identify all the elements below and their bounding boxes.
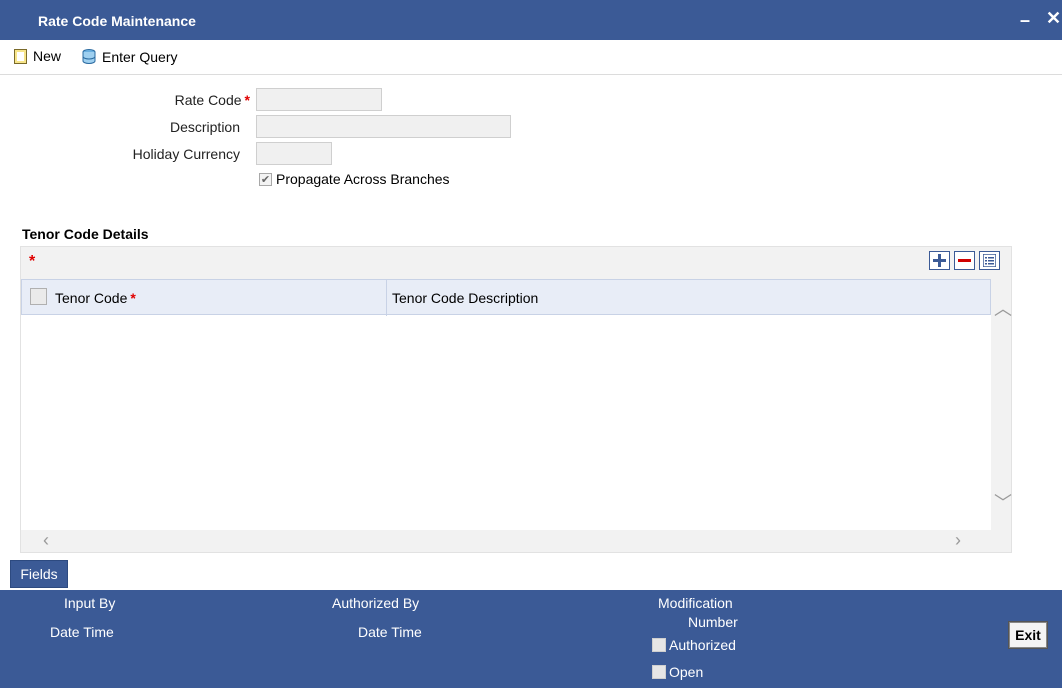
horizontal-scrollbar[interactable]: ‹ › xyxy=(21,530,1011,552)
propagate-checkbox[interactable]: ✔ Propagate Across Branches xyxy=(259,171,450,187)
column-header-tenor-code[interactable]: Tenor Code * xyxy=(55,290,136,306)
minus-icon xyxy=(958,259,971,262)
audit-footer: Input By Date Time Authorized By Date Ti… xyxy=(0,590,1062,688)
input-by-label: Input By xyxy=(64,595,116,611)
number-label: Number xyxy=(688,614,738,630)
enter-query-label: Enter Query xyxy=(102,49,178,65)
description-input[interactable] xyxy=(256,115,511,138)
scroll-down-icon[interactable]: ﹀ xyxy=(994,489,1012,515)
database-query-icon xyxy=(82,49,96,64)
authorized-date-time-label: Date Time xyxy=(358,624,422,640)
tenor-section-title: Tenor Code Details xyxy=(22,226,149,242)
required-marker: * xyxy=(130,290,136,306)
fields-tab[interactable]: Fields xyxy=(10,560,68,588)
modification-label: Modification xyxy=(658,595,733,611)
scroll-right-icon[interactable]: › xyxy=(955,530,961,551)
close-icon[interactable]: ✕ xyxy=(1046,8,1061,29)
scroll-left-icon[interactable]: ‹ xyxy=(43,530,49,551)
new-label: New xyxy=(33,48,62,64)
delete-row-button[interactable] xyxy=(954,251,975,270)
authorized-checkbox-box xyxy=(652,638,666,652)
new-document-icon xyxy=(14,48,27,64)
input-date-time-label: Date Time xyxy=(50,624,114,640)
open-label: Open xyxy=(669,664,704,680)
vertical-scrollbar[interactable]: ︿ ﹀ xyxy=(991,279,1012,530)
window-titlebar: Rate Code Maintenance – ✕ xyxy=(0,0,1062,40)
enter-query-button[interactable]: Enter Query xyxy=(80,48,177,66)
new-button[interactable]: New xyxy=(14,48,61,64)
propagate-label: Propagate Across Branches xyxy=(276,171,450,187)
open-checkbox[interactable]: Open xyxy=(652,664,703,680)
authorized-label: Authorized xyxy=(669,637,736,653)
authorized-by-label: Authorized By xyxy=(332,595,420,611)
holiday-currency-label: Holiday Currency xyxy=(132,146,240,162)
exit-button[interactable]: Exit xyxy=(1008,621,1048,649)
plus-icon xyxy=(933,254,946,267)
tenor-grid-panel: * Tenor Code * Tenor Code Description ︿ ﹀… xyxy=(20,246,1012,553)
tenor-table: Tenor Code * Tenor Code Description xyxy=(21,279,991,530)
holiday-currency-input[interactable] xyxy=(256,142,332,165)
toolbar: New Enter Query xyxy=(0,42,1062,70)
required-marker: * xyxy=(244,92,250,108)
column-header-tenor-code-description[interactable]: Tenor Code Description xyxy=(392,290,538,306)
add-row-button[interactable] xyxy=(929,251,950,270)
rate-code-label: Rate Code * xyxy=(174,92,250,108)
open-checkbox-box xyxy=(652,665,666,679)
description-label: Description xyxy=(169,119,240,135)
checkmark-icon: ✔ xyxy=(259,172,272,186)
toolbar-divider xyxy=(0,74,1062,75)
column-divider xyxy=(386,280,387,316)
window-title: Rate Code Maintenance xyxy=(38,13,196,29)
minimize-icon[interactable]: – xyxy=(1020,10,1030,31)
single-view-button[interactable] xyxy=(979,251,1000,270)
tenor-table-header: Tenor Code * Tenor Code Description xyxy=(21,279,991,316)
scroll-up-icon[interactable]: ︿ xyxy=(994,295,1012,321)
rate-code-input[interactable] xyxy=(256,88,382,111)
list-icon xyxy=(983,254,996,267)
authorized-checkbox[interactable]: Authorized xyxy=(652,637,736,653)
grid-required-marker: * xyxy=(29,253,36,270)
select-all-checkbox[interactable] xyxy=(30,288,47,305)
